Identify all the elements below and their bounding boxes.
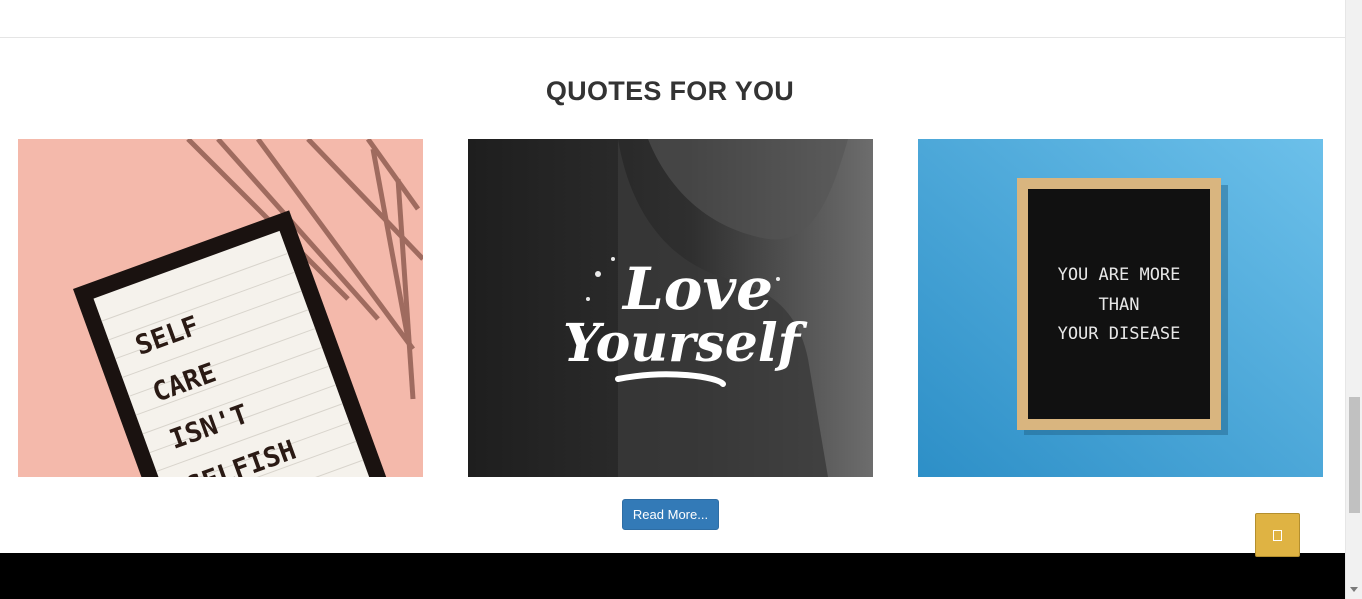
quote-3-line-1: YOU ARE MORE [1058, 265, 1181, 285]
scroll-down-arrow-icon[interactable] [1350, 587, 1358, 592]
quote-2-line-2: Yourself [563, 313, 808, 374]
quote-card-love-yourself[interactable]: Love Yourself [468, 139, 873, 477]
quote-image-love-yourself: Love Yourself [468, 139, 873, 477]
vertical-scrollbar[interactable] [1345, 0, 1362, 599]
quote-image-more-than-disease: YOU ARE MORE THAN YOUR DISEASE [918, 139, 1323, 477]
section-title: QUOTES FOR YOU [545, 76, 795, 106]
quote-card-more-than-disease[interactable]: YOU ARE MORE THAN YOUR DISEASE [918, 139, 1323, 477]
scrollbar-thumb[interactable] [1349, 397, 1360, 513]
page: QUOTES FOR YOU SELF CARE ISN'T SELFISH L… [0, 0, 1345, 599]
read-more-button[interactable]: Read More... [622, 499, 719, 530]
footer [0, 553, 1345, 599]
quote-image-self-care: SELF CARE ISN'T SELFISH [18, 139, 423, 477]
quote-card-self-care[interactable]: SELF CARE ISN'T SELFISH [18, 139, 423, 477]
arrow-up-icon [1273, 529, 1282, 541]
back-to-top-button[interactable] [1255, 513, 1300, 557]
quote-3-line-3: YOUR DISEASE [1058, 324, 1181, 344]
quote-3-line-2: THAN [1099, 295, 1140, 315]
top-divider [0, 37, 1345, 38]
